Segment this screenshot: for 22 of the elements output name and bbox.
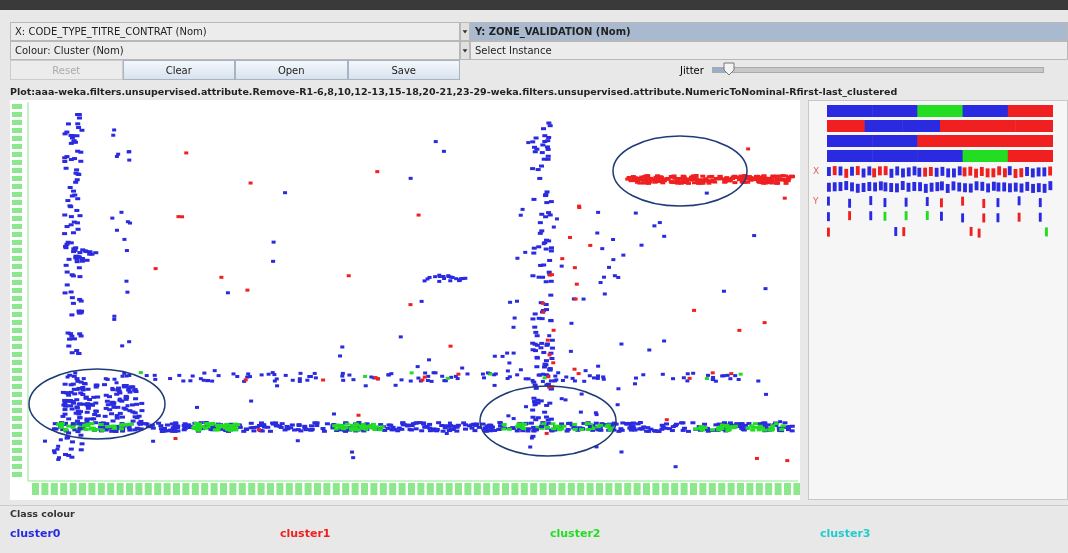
attribute-distribution-drawing[interactable]: [827, 148, 1053, 163]
plot-title: Plot:aaa-weka.filters.unsupervised.attribute.Remove-R1-6,8,10,12-13,15-18,20-21,23-29-weka.filters.unsupervised.attribute.NumericToNominal-Rfirst-last_clustered: [10, 86, 899, 98]
attribute-distribution-drawing[interactable]: [827, 118, 1053, 133]
y-marker: Y: [813, 195, 820, 206]
attribute-distribution-drawing[interactable]: [827, 178, 1053, 193]
instance-select[interactable]: Select Instance: [470, 41, 1068, 60]
attribute-distribution-drawing[interactable]: [827, 133, 1053, 148]
toolbar-button[interactable]: Save: [347, 60, 460, 80]
class-label[interactable]: cluster0: [10, 527, 61, 540]
toolbar-button[interactable]: Clear: [122, 60, 235, 80]
jitter-slider-thumb[interactable]: [723, 62, 736, 76]
dropdown-icon[interactable]: [460, 22, 470, 41]
x-axis-select[interactable]: X: CODE_TYPE_TITRE_CONTRAT (Nom): [10, 22, 460, 41]
jitter-label: Jitter: [680, 64, 704, 76]
x-marker: X: [813, 165, 821, 176]
attribute-distribution-drawing[interactable]: [827, 163, 1053, 178]
legend-title: Class colour: [10, 508, 76, 519]
colour-select[interactable]: Colour: Cluster (Nom): [10, 41, 460, 60]
toolbar-button[interactable]: Open: [235, 60, 348, 80]
attribute-distribution-drawing[interactable]: [827, 103, 1053, 118]
y-axis-select[interactable]: Y: ZONE_VALIDATION (Nom): [470, 22, 1068, 41]
dropdown-icon[interactable]: [460, 41, 470, 60]
